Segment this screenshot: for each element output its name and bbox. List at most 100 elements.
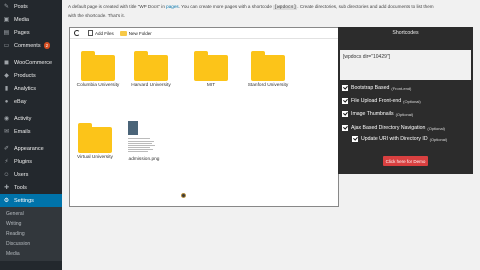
option-note: (Optional) xyxy=(427,125,445,131)
sidebar-item-label: Settings xyxy=(14,197,34,204)
mouse-cursor xyxy=(181,193,186,198)
sidebar-item-appearance[interactable]: ✐ Appearance xyxy=(0,142,62,155)
sidebar-item-label: Tools xyxy=(14,184,27,191)
sidebar-item-products[interactable]: ◆ Products xyxy=(0,69,62,82)
option-label: Image Thumbnails xyxy=(351,111,394,117)
refresh-button[interactable] xyxy=(74,30,82,36)
submenu-item-reading[interactable]: Reading xyxy=(0,229,62,239)
folder-label: Stanford University xyxy=(247,83,289,88)
sidebar-item-label: Pages xyxy=(14,29,30,36)
sidebar-item-analytics[interactable]: ▮ Analytics xyxy=(0,82,62,95)
option-update-uri[interactable]: Update URI with Directory ID (Optional) xyxy=(352,136,447,142)
analytics-icon: ▮ xyxy=(4,86,9,92)
sidebar-item-label: Activity xyxy=(14,115,32,122)
appearance-icon: ✐ xyxy=(3,146,10,152)
sidebar-item-users[interactable]: ☺ Users xyxy=(0,168,62,181)
sidebar-item-plugins[interactable]: ⚡ Plugins xyxy=(0,155,62,168)
plugins-icon: ⚡ xyxy=(4,159,9,165)
users-icon: ☺ xyxy=(3,171,10,178)
folder-item-columbia[interactable]: Columbia University xyxy=(73,51,123,89)
option-label: File Upload Front-end xyxy=(351,98,402,104)
option-file-upload[interactable]: File Upload Front-end (Optional) xyxy=(342,98,421,104)
image-thumbnail xyxy=(127,121,161,155)
option-note: (Front-end) xyxy=(391,85,412,91)
folder-label: Harvard University xyxy=(131,83,171,88)
intro-text: A default page is created with title "WP… xyxy=(68,3,473,19)
new-folder-icon xyxy=(119,30,127,36)
pages-link[interactable]: pages xyxy=(166,4,179,9)
submenu-item-media[interactable]: Media xyxy=(0,249,62,259)
shortcode-text: [wpdocs dir="10429"] xyxy=(343,54,391,60)
sidebar-item-posts[interactable]: ✎ Posts xyxy=(0,0,62,13)
option-ajax-navigation[interactable]: Ajax Based Directory Navigation (Optional… xyxy=(342,125,445,131)
folder-item-mit[interactable]: MIT xyxy=(186,51,236,89)
submenu-item-general[interactable]: General xyxy=(0,209,62,219)
checkbox-checked[interactable] xyxy=(342,125,348,131)
products-icon: ◆ xyxy=(4,73,9,79)
screen: ✎ Posts ▣ Media ▤ Pages ▭ Comments 2 ◼ WooComm… xyxy=(0,0,480,270)
sidebar-item-woocommerce[interactable]: ◼ WooCommerce xyxy=(0,56,62,69)
comments-icon: ▭ xyxy=(3,43,10,49)
activity-icon: ◉ xyxy=(3,116,10,122)
submenu-item-writing[interactable]: Writing xyxy=(0,219,62,229)
media-icon: ▣ xyxy=(3,17,10,23)
add-file-icon xyxy=(88,30,93,36)
sidebar-item-label: Emails xyxy=(14,128,31,135)
refresh-icon xyxy=(74,30,80,36)
tools-icon: ✚ xyxy=(3,185,10,191)
checkbox-checked[interactable] xyxy=(342,98,348,104)
folder-label: MIT xyxy=(206,83,216,88)
sidebar-item-pages[interactable]: ▤ Pages xyxy=(0,26,62,39)
option-label: Update URI with Directory ID xyxy=(361,136,428,142)
option-note: (Optional) xyxy=(403,98,421,104)
demo-button[interactable]: Click here for Demo xyxy=(383,156,428,166)
folder-item-stanford[interactable]: Stanford University xyxy=(243,51,293,89)
shortcode-box[interactable]: [wpdocs dir="10429"] xyxy=(340,50,471,80)
intro-text-part: with the shortcode. That's it. xyxy=(68,12,125,18)
sidebar-item-label: Appearance xyxy=(14,145,44,152)
intro-text-part: . You can create more pages with a short… xyxy=(178,4,274,9)
sidebar-item-label: Plugins xyxy=(14,158,33,165)
folder-icon xyxy=(78,123,112,153)
sidebar-item-label: WooCommerce xyxy=(14,59,53,66)
folder-label: Virtual University xyxy=(77,155,113,160)
admin-sidebar: ✎ Posts ▣ Media ▤ Pages ▭ Comments 2 ◼ WooComm… xyxy=(0,0,62,270)
folder-item-harvard[interactable]: Harvard University xyxy=(126,51,176,89)
sidebar-item-label: Comments xyxy=(14,42,41,49)
file-item-admission[interactable]: admission.png xyxy=(119,121,169,163)
sidebar-item-emails[interactable]: ✉ Emails xyxy=(0,125,62,138)
sidebar-item-label: Analytics xyxy=(14,85,37,92)
explorer-toolbar: Add Files New Folder xyxy=(70,28,338,39)
sidebar-item-label: Users xyxy=(14,171,29,178)
checkbox-checked[interactable] xyxy=(352,136,358,142)
submenu-item-discussion[interactable]: Discussion xyxy=(0,239,62,249)
pages-icon: ▤ xyxy=(3,30,10,36)
folder-label: Columbia University xyxy=(76,83,120,88)
sidebar-item-label: Media xyxy=(14,16,29,23)
folder-item-virtual[interactable]: Virtual University xyxy=(70,123,120,161)
new-folder-button[interactable]: New Folder xyxy=(119,30,152,36)
sidebar-item-settings[interactable]: ⚙ Settings xyxy=(0,194,62,207)
file-label: admission.png xyxy=(128,157,160,162)
option-note: (Optional) xyxy=(429,136,448,142)
sidebar-item-tools[interactable]: ✚ Tools xyxy=(0,181,62,194)
sidebar-item-comments[interactable]: ▭ Comments 2 xyxy=(0,39,62,52)
sidebar-item-label: Products xyxy=(14,72,36,79)
sidebar-item-label: eBay xyxy=(14,98,27,105)
new-folder-label: New Folder xyxy=(128,30,152,36)
sidebar-item-ebay[interactable]: ● eBay xyxy=(0,95,62,108)
option-bootstrap[interactable]: Bootstrap Based (Front-end) xyxy=(342,85,411,91)
checkbox-checked[interactable] xyxy=(342,111,348,117)
file-explorer: Add Files New Folder Columbia University… xyxy=(69,27,339,207)
option-label: Bootstrap Based xyxy=(351,85,390,91)
checkbox-checked[interactable] xyxy=(342,85,348,91)
sidebar-item-label: Posts xyxy=(14,3,28,10)
option-image-thumbnails[interactable]: Image Thumbnails (Optional) xyxy=(342,111,413,117)
sidebar-item-media[interactable]: ▣ Media xyxy=(0,13,62,26)
add-files-button[interactable]: Add Files xyxy=(88,30,114,36)
sidebar-item-activity[interactable]: ◉ Activity xyxy=(0,112,62,125)
shortcodes-panel: Shortcodes [wpdocs dir="10429"] Bootstra… xyxy=(338,27,473,174)
ebay-icon: ● xyxy=(4,98,9,105)
settings-icon: ⚙ xyxy=(3,198,10,204)
option-note: (Optional) xyxy=(395,111,414,117)
